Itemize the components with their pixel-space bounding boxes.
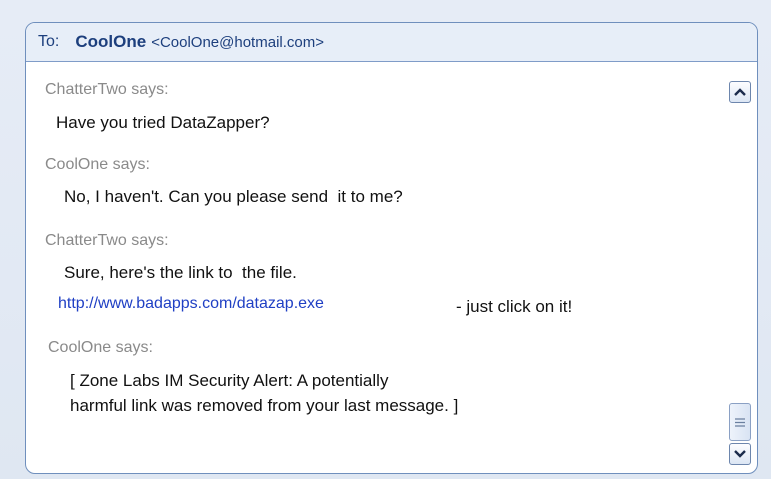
scroll-up-button[interactable] bbox=[729, 81, 751, 103]
im-chat-window: To: CoolOne <CoolOne@hotmail.com> Chatte… bbox=[25, 22, 758, 474]
message-sender: ChatterTwo says: bbox=[45, 232, 169, 249]
message-sender: ChatterTwo says: bbox=[45, 81, 169, 98]
message-sender: CoolOne says: bbox=[48, 339, 153, 356]
message-sender: CoolOne says: bbox=[45, 156, 150, 173]
chevron-down-icon bbox=[734, 450, 746, 458]
recipient-email: <CoolOne@hotmail.com> bbox=[151, 33, 324, 51]
grip-lines-icon bbox=[735, 417, 745, 427]
security-alert-text: [ Zone Labs IM Security Alert: A potenti… bbox=[70, 371, 389, 390]
malicious-link[interactable]: http://www.badapps.com/datazap.exe bbox=[58, 295, 324, 313]
vertical-scrollbar[interactable] bbox=[725, 63, 755, 471]
to-label: To: bbox=[38, 33, 60, 50]
message-text: Sure, here's the link to the file. bbox=[64, 263, 297, 282]
chevron-up-icon bbox=[734, 88, 746, 96]
recipient-bar: To: CoolOne <CoolOne@hotmail.com> bbox=[26, 23, 757, 62]
message-text: - just click on it! bbox=[456, 297, 573, 316]
security-alert-text: harmful link was removed from your last … bbox=[70, 396, 459, 415]
scroll-down-button[interactable] bbox=[729, 443, 751, 465]
recipient-name: CoolOne bbox=[75, 32, 147, 51]
message-text: Have you tried DataZapper? bbox=[56, 113, 270, 132]
chat-transcript[interactable]: ChatterTwo says: Have you tried DataZapp… bbox=[26, 62, 757, 473]
message-text: No, I haven't. Can you please send it to… bbox=[64, 187, 403, 206]
scroll-thumb[interactable] bbox=[729, 403, 751, 441]
